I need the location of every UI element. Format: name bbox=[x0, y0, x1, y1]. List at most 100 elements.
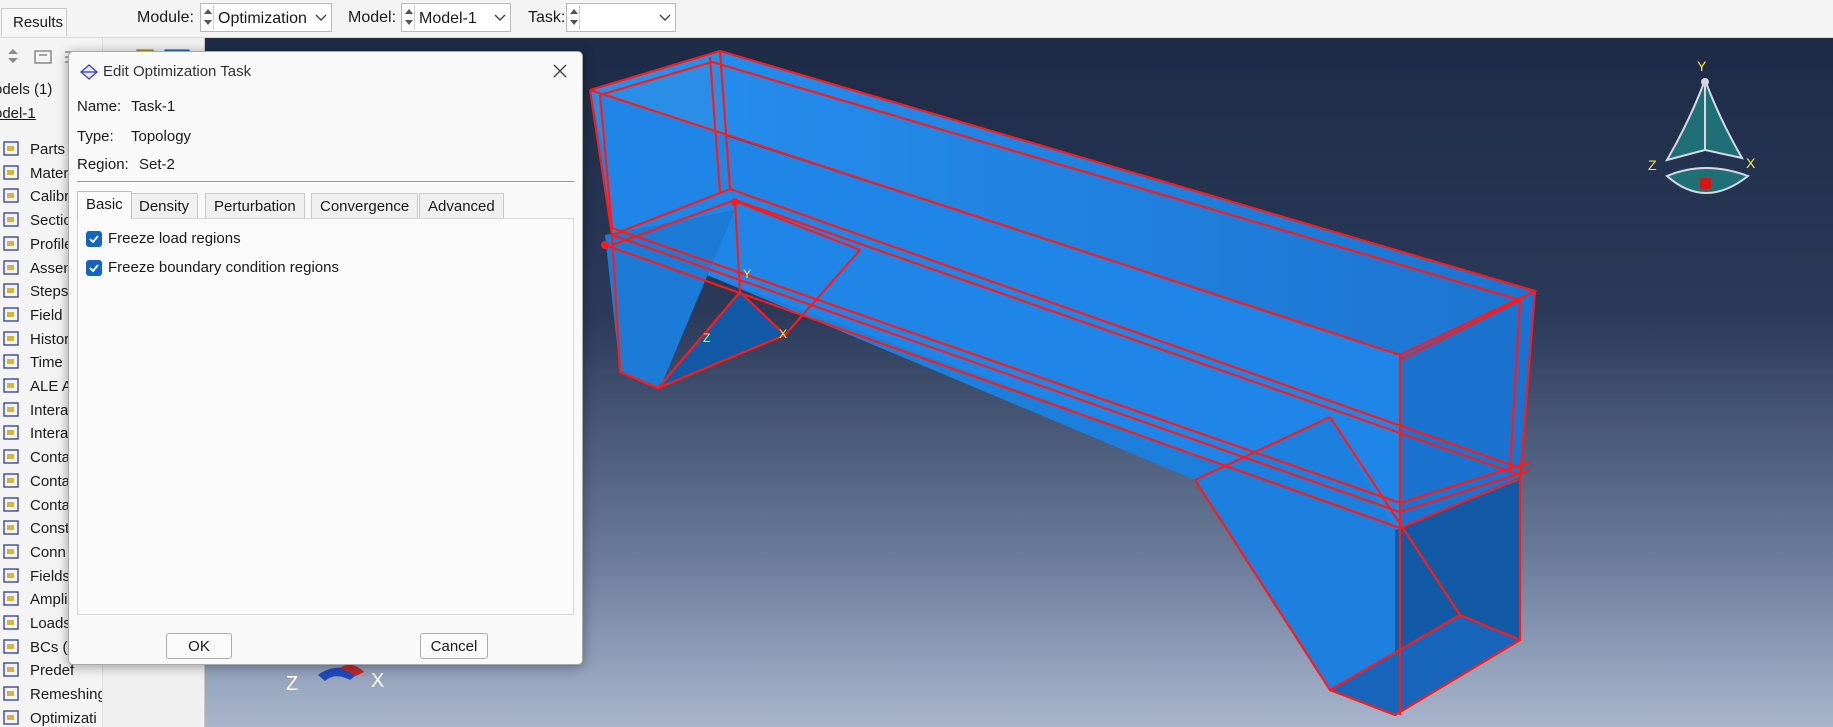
tab-results[interactable]: Results bbox=[1, 8, 67, 36]
amplitudes-icon bbox=[2, 590, 22, 608]
materials-icon bbox=[2, 164, 22, 182]
freeze-load-regions-checkbox[interactable] bbox=[86, 231, 102, 247]
tree-item-label: Ampli bbox=[30, 591, 68, 609]
tree-item-label: Intera bbox=[30, 401, 69, 419]
tree-item-label: Steps bbox=[30, 283, 69, 301]
tree-item-label: Field bbox=[30, 306, 63, 324]
close-icon[interactable] bbox=[550, 61, 570, 81]
ok-button[interactable]: OK bbox=[166, 633, 232, 659]
checkmark-icon bbox=[89, 264, 99, 273]
cancel-button[interactable]: Cancel bbox=[420, 633, 488, 659]
type-label: Type: bbox=[77, 128, 114, 145]
assembly-icon bbox=[2, 259, 22, 277]
freeze-bc-regions-label: Freeze boundary condition regions bbox=[108, 259, 339, 276]
steps-icon bbox=[2, 282, 22, 300]
contact-controls-icon bbox=[2, 448, 22, 466]
profiles-icon bbox=[2, 235, 22, 253]
contact-initialization-icon bbox=[2, 472, 22, 490]
bcs-icon bbox=[2, 638, 22, 656]
name-row: Name: Task-1 bbox=[77, 98, 175, 115]
model-node[interactable]: odel-1 bbox=[0, 105, 36, 122]
tab-density[interactable]: Density bbox=[130, 193, 199, 218]
interactions-icon bbox=[2, 401, 22, 419]
tree-item-label: Optimizati bbox=[30, 709, 97, 727]
field-output-icon bbox=[2, 306, 22, 324]
context-bar: Results Module: Optimization Model: Mode… bbox=[0, 0, 1833, 38]
ale-icon bbox=[2, 377, 22, 395]
sections-icon bbox=[2, 211, 22, 229]
models-header[interactable]: odels (1) bbox=[0, 81, 52, 98]
tree-item-label: Histor bbox=[30, 330, 70, 348]
constraints-icon bbox=[2, 519, 22, 537]
task-combo[interactable] bbox=[566, 3, 676, 32]
module-value: Optimization bbox=[218, 10, 307, 27]
tree-item-label: Sectio bbox=[30, 212, 72, 230]
tree-item-label: Conta bbox=[30, 449, 71, 467]
tree-item-23[interactable]: Remeshing bbox=[0, 683, 103, 706]
tree-item-label: ALE A bbox=[30, 378, 72, 395]
time-points-icon bbox=[2, 353, 22, 371]
bottom-x-label: X bbox=[371, 670, 384, 692]
freeze-bc-regions-checkbox[interactable] bbox=[86, 260, 102, 276]
tree-item-label: Parts bbox=[30, 141, 66, 158]
name-value: Task-1 bbox=[131, 98, 176, 115]
chevron-down-icon[interactable] bbox=[658, 10, 672, 24]
local-x-label: X bbox=[779, 327, 787, 341]
tab-basic[interactable]: Basic bbox=[77, 191, 132, 219]
tree-item-label: Const bbox=[30, 520, 70, 538]
history-output-icon bbox=[2, 330, 22, 348]
tree-item-label: Conta bbox=[30, 496, 71, 514]
tree-item-label: Fields bbox=[30, 567, 71, 585]
tree-item-label: Remeshing bbox=[30, 686, 103, 704]
fields-icon bbox=[2, 567, 22, 585]
local-y-label: Y bbox=[743, 267, 751, 281]
chevron-down-icon[interactable] bbox=[314, 10, 328, 24]
module-combo[interactable]: Optimization bbox=[200, 3, 332, 32]
basic-tab-panel: Freeze load regions Freeze boundary cond… bbox=[77, 218, 574, 615]
task-tabs: Basic Density Perturbation Convergence A… bbox=[77, 191, 574, 219]
tree-item-label: Assen bbox=[30, 259, 72, 277]
model-label: Model: bbox=[348, 9, 397, 26]
tab-advanced[interactable]: Advanced bbox=[419, 193, 504, 218]
tree-item-label: Profile bbox=[30, 235, 73, 253]
name-label: Name: bbox=[77, 98, 122, 115]
sort-icon[interactable] bbox=[8, 49, 18, 63]
tree-item-label: Calibr bbox=[30, 188, 70, 206]
chevron-down-icon[interactable] bbox=[493, 10, 507, 24]
checkmark-icon bbox=[89, 235, 99, 244]
tree-item-label: Loads bbox=[30, 615, 71, 632]
tree-item-label: Predef bbox=[30, 662, 75, 680]
spin-icon[interactable] bbox=[568, 5, 580, 30]
optimization-icon bbox=[2, 709, 22, 727]
dialog-title: Edit Optimization Task bbox=[103, 63, 252, 80]
tree-item-label: Conta bbox=[30, 472, 71, 490]
tree-item-24[interactable]: Optimizati bbox=[0, 707, 102, 727]
contact-stabilization-icon bbox=[2, 496, 22, 514]
spin-icon[interactable] bbox=[202, 5, 214, 30]
divider bbox=[77, 181, 574, 182]
interaction-properties-icon bbox=[2, 424, 22, 442]
global-triad: Z X bbox=[286, 664, 384, 695]
view-triad[interactable]: Y Z X bbox=[1648, 58, 1756, 194]
type-value: Topology bbox=[131, 128, 192, 145]
tab-perturbation[interactable]: Perturbation bbox=[205, 193, 305, 218]
type-row: Type: Topology bbox=[77, 128, 191, 145]
tree-item-label: Conn bbox=[30, 543, 66, 561]
triad-y-label: Y bbox=[1697, 58, 1707, 74]
predefined-fields-icon bbox=[2, 661, 22, 679]
model-combo[interactable]: Model-1 bbox=[401, 3, 511, 32]
tree-item-label: Intera bbox=[30, 425, 69, 443]
filter-icon[interactable] bbox=[34, 50, 52, 64]
bottom-z-label: Z bbox=[286, 673, 298, 695]
triad-x-label: X bbox=[1746, 155, 1756, 171]
spin-icon[interactable] bbox=[403, 5, 415, 30]
tree-item-label: BCs ( bbox=[30, 638, 68, 656]
local-z-label: Z bbox=[703, 331, 710, 345]
triad-z-label: Z bbox=[1648, 157, 1657, 173]
dialog-app-icon bbox=[79, 64, 99, 80]
tab-convergence[interactable]: Convergence bbox=[311, 193, 419, 218]
edit-optimization-task-dialog: Edit Optimization Task Name: Task-1 Type… bbox=[68, 51, 583, 665]
connector-sections-icon bbox=[2, 543, 22, 561]
model-value: Model-1 bbox=[419, 10, 477, 27]
calibrations-icon bbox=[2, 187, 22, 205]
